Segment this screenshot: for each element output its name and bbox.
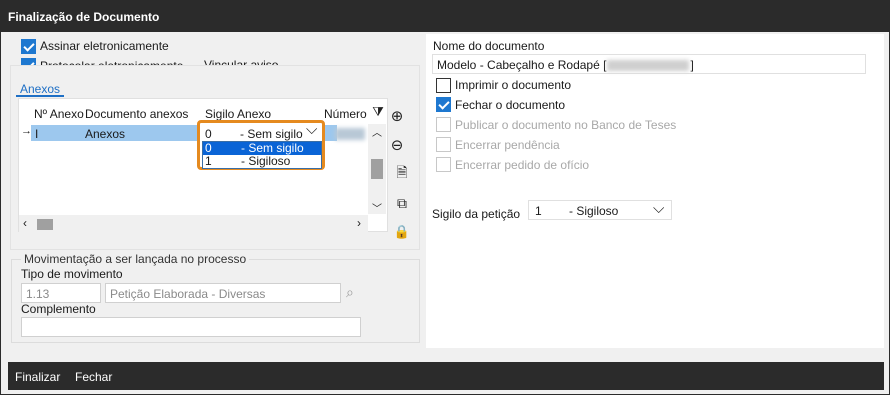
- tipo-movimento-label: Tipo de movimento: [21, 267, 123, 281]
- fechar-button[interactable]: Fechar: [75, 370, 112, 384]
- search-icon[interactable]: ⌕: [346, 284, 354, 301]
- assinar-label: Assinar eletronicamente: [40, 39, 169, 53]
- dropdown-option-sigiloso[interactable]: 1- Sigiloso: [203, 155, 321, 168]
- view-document-icon[interactable]: 🗎: [393, 164, 411, 183]
- tipo-movimento-code-field[interactable]: 1.13: [21, 283, 101, 303]
- vertical-scrollbar[interactable]: ︿ ﹀: [368, 124, 386, 215]
- dropdown-current-code: 0: [205, 127, 212, 141]
- nome-documento-field[interactable]: Modelo - Cabeçalho e Rodapé []: [432, 54, 866, 74]
- tab-anexos[interactable]: Anexos: [16, 81, 65, 97]
- publicar-checkbox: [436, 117, 451, 132]
- col-header-numero-anexo[interactable]: Nº Anexo: [34, 107, 84, 121]
- encerrar-pedido-checkbox: [436, 157, 451, 172]
- scroll-left-icon[interactable]: ‹: [23, 216, 27, 230]
- imprimir-label: Imprimir o documento: [455, 78, 572, 92]
- publicar-label: Publicar o documento no Banco de Teses: [455, 118, 677, 132]
- sigilo-peticao-code: 1: [535, 204, 542, 218]
- sigilo-peticao-select[interactable]: 1 - Sigiloso ⌵: [528, 200, 672, 220]
- remove-circle-icon[interactable]: ⊖: [388, 136, 406, 154]
- dropdown-list[interactable]: 0- Sem sigilo 1- Sigiloso: [202, 141, 322, 169]
- dropdown-current-desc: - Sem sigilo: [240, 127, 303, 141]
- scroll-up-icon[interactable]: ︿: [372, 124, 382, 139]
- scroll-down-icon[interactable]: ﹀: [372, 200, 382, 215]
- add-circle-icon[interactable]: ⊕: [388, 107, 406, 125]
- complemento-field[interactable]: [21, 317, 361, 337]
- assinar-checkbox[interactable]: [21, 39, 36, 54]
- horizontal-scrollbar[interactable]: ‹ ›: [19, 215, 368, 233]
- row-documento: Anexos: [85, 127, 126, 141]
- fechar-documento-checkbox[interactable]: [436, 97, 451, 112]
- filter-icon[interactable]: ⧩: [369, 103, 387, 121]
- movimentacao-legend: Movimentação a ser lançada no processo: [21, 252, 250, 266]
- sigilo-peticao-desc: - Sigiloso: [569, 204, 619, 218]
- row-pointer-icon: →: [21, 125, 32, 137]
- action-bar: Finalizar Fechar: [8, 362, 884, 390]
- encerrar-pendencia-label: Encerrar pendência: [455, 138, 560, 152]
- copy-document-icon[interactable]: ⧉: [393, 194, 411, 212]
- chevron-down-icon[interactable]: ⌵: [653, 200, 664, 217]
- finalizar-button[interactable]: Finalizar: [15, 370, 60, 384]
- scroll-thumb[interactable]: [371, 159, 383, 179]
- encerrar-pendencia-checkbox: [436, 137, 451, 152]
- document-name-redacted: [607, 60, 690, 72]
- col-header-sigilo[interactable]: Sigilo Anexo: [205, 107, 271, 121]
- row-numero-value: [335, 128, 365, 140]
- complemento-label: Complemento: [21, 302, 96, 316]
- row-numero: I: [35, 127, 39, 141]
- scroll-thumb-horizontal[interactable]: [37, 219, 53, 230]
- fechar-documento-label: Fechar o documento: [455, 98, 566, 112]
- encerrar-pedido-label: Encerrar pedido de ofício: [455, 158, 590, 172]
- finalization-dialog: Finalização de Documento Assinar eletron…: [0, 0, 890, 395]
- imprimir-checkbox[interactable]: [436, 78, 451, 93]
- nome-documento-label: Nome do documento: [433, 39, 545, 53]
- window-title: Finalização de Documento: [1, 1, 889, 32]
- sigilo-peticao-label: Sigilo da petição: [432, 207, 521, 221]
- col-header-numero[interactable]: Número: [324, 107, 367, 121]
- chevron-down-icon[interactable]: ⌵: [306, 121, 317, 138]
- col-header-documento[interactable]: Documento anexos: [85, 107, 188, 121]
- scroll-right-icon[interactable]: ›: [357, 216, 361, 230]
- lock-icon[interactable]: 🔒: [393, 223, 411, 241]
- tipo-movimento-desc-field[interactable]: Petição Elaborada - Diversas: [105, 283, 341, 303]
